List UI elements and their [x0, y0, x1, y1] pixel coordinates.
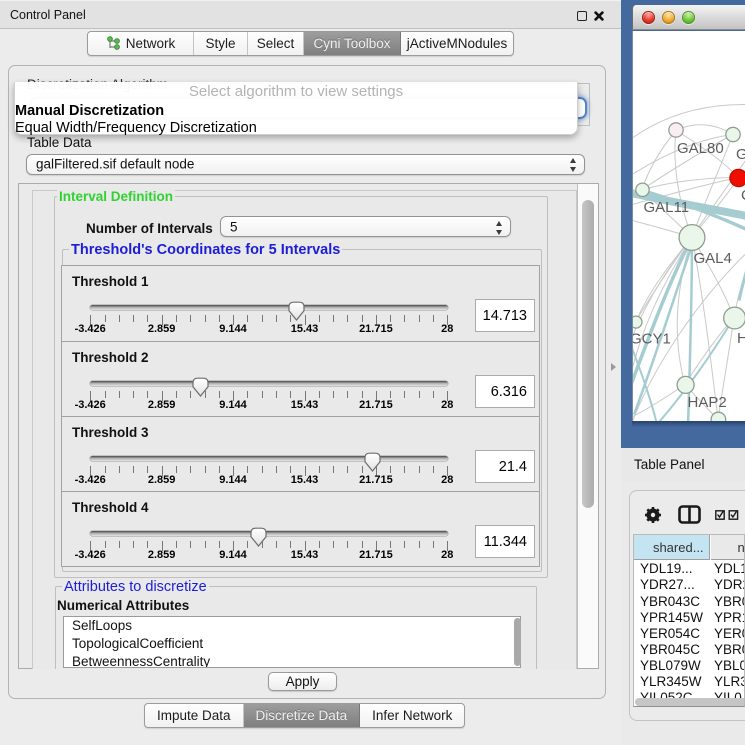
svg-text:GA: GA	[736, 146, 745, 163]
svg-text:GAL4: GAL4	[694, 250, 732, 267]
svg-text:HA: HA	[737, 330, 745, 347]
svg-text:GAL80: GAL80	[677, 140, 724, 157]
svg-text:HAP2: HAP2	[688, 394, 727, 411]
svg-text:GAL11: GAL11	[644, 199, 690, 216]
svg-text:GCY1: GCY1	[633, 331, 671, 348]
svg-text:CY: CY	[741, 187, 745, 204]
